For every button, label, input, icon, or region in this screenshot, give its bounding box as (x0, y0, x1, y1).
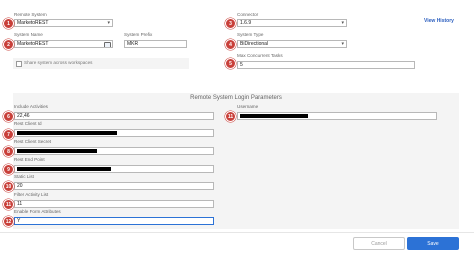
step-badge-7: 7 (3, 129, 14, 140)
rest-client-id-field[interactable] (14, 129, 214, 137)
rest-end-point-label: Rest End Point (14, 157, 45, 162)
save-button[interactable]: Save (407, 237, 459, 250)
step-badge-4: 4 (225, 39, 236, 50)
static-list-label: Static List (14, 174, 34, 179)
share-checkbox-label: Share system across workspaces (24, 60, 93, 65)
include-activities-value: 22,46 (17, 113, 30, 119)
connector-select[interactable]: 1.6.9 ▾ (237, 19, 347, 27)
system-type-value: BiDirectional (240, 41, 269, 47)
share-checkbox[interactable] (16, 61, 22, 67)
system-name-label: System Name (14, 32, 43, 37)
system-name-field[interactable]: MarketoREST (14, 40, 113, 48)
system-type-label: System Type (237, 32, 264, 37)
remote-system-value: MarketoREST (17, 20, 49, 26)
connector-value: 1.6.9 (240, 20, 252, 26)
system-prefix-field[interactable]: MKR (124, 40, 187, 48)
calendar-icon[interactable] (104, 42, 111, 47)
redacted-value (240, 114, 308, 118)
max-tasks-field[interactable]: 5 (237, 61, 415, 69)
system-prefix-label: System Prefix (124, 32, 153, 37)
remote-system-select[interactable]: MarketoREST ▾ (14, 19, 113, 27)
step-badge-1: 1 (3, 18, 14, 29)
rest-end-point-field[interactable] (14, 165, 214, 173)
system-prefix-value: MKR (127, 41, 139, 47)
include-activities-field[interactable]: 22,46 (14, 112, 214, 120)
share-checkbox-row: Share system across workspaces (13, 58, 189, 69)
step-badge-3: 3 (225, 18, 236, 29)
step-badge-6: 6 (3, 111, 14, 122)
step-badge-11b: 11 (225, 111, 236, 122)
rest-client-id-label: Rest Client Id (14, 121, 42, 126)
static-list-value: 20 (17, 183, 23, 189)
footer-divider (0, 232, 474, 233)
filter-activity-list-value: 11 (17, 201, 23, 207)
remote-system-label: Remote System (14, 12, 47, 17)
section-title: Remote System Login Parameters (190, 95, 282, 101)
redacted-value (17, 131, 117, 135)
enable-form-attributes-value: Y (17, 218, 21, 224)
system-type-select[interactable]: BiDirectional ▾ (237, 40, 347, 48)
enable-form-attributes-field[interactable]: Y (14, 217, 214, 225)
chevron-down-icon: ▾ (341, 41, 344, 47)
filter-activity-list-field[interactable]: 11 (14, 200, 214, 208)
view-history-link[interactable]: View History (424, 18, 454, 24)
enable-form-attributes-label: Enable Form Attributes (14, 209, 61, 214)
connector-label: Connector (237, 12, 259, 17)
username-label: Username (237, 104, 259, 109)
rest-client-secret-label: Rest Client Secret (14, 139, 52, 144)
cancel-button[interactable]: Cancel (353, 237, 405, 250)
max-tasks-value: 5 (240, 62, 243, 68)
step-badge-2: 2 (3, 39, 14, 50)
step-badge-5: 5 (225, 58, 236, 69)
username-field[interactable] (237, 112, 437, 120)
rest-client-secret-field[interactable] (14, 147, 214, 155)
static-list-field[interactable]: 20 (14, 182, 214, 190)
include-activities-label: Include Activities (14, 104, 48, 109)
max-tasks-label: Max Concurrent Tasks (237, 53, 283, 58)
redacted-value (17, 149, 97, 153)
system-name-value: MarketoREST (17, 41, 49, 47)
step-badge-9: 9 (3, 164, 14, 175)
redacted-value (17, 167, 111, 171)
chevron-down-icon: ▾ (341, 20, 344, 26)
filter-activity-list-label: Filter Activity List (14, 192, 49, 197)
step-badge-12: 12 (3, 216, 14, 227)
step-badge-8: 8 (3, 146, 14, 157)
chevron-down-icon: ▾ (107, 20, 110, 26)
step-badge-11: 11 (3, 199, 14, 210)
step-badge-10: 10 (3, 181, 14, 192)
